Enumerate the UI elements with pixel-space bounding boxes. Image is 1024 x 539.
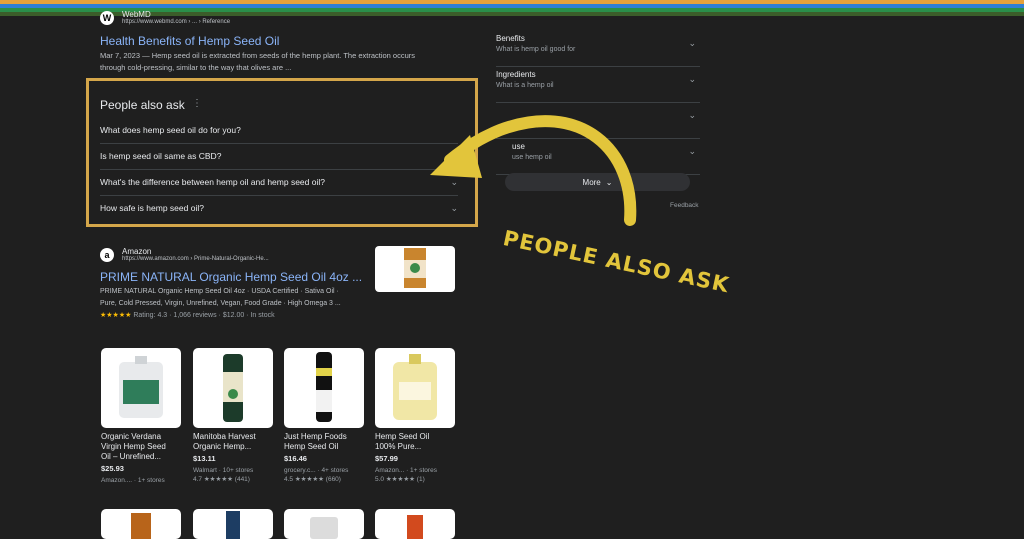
paa-question-text: What does hemp seed oil do for you? xyxy=(100,125,241,135)
paa-title: People also ask xyxy=(100,98,185,112)
paa-question-text: How safe is hemp seed oil? xyxy=(100,203,204,213)
paa-question[interactable]: What does hemp seed oil do for you? xyxy=(100,117,458,144)
product-card-partial[interactable] xyxy=(284,509,364,539)
product-name: Organic Verdana Virgin Hemp Seed Oil – U… xyxy=(101,432,166,461)
product-store: Amazon... · 1+ stores xyxy=(375,467,437,474)
product-thumbnail[interactable] xyxy=(375,246,455,292)
paa-question-text: What's the difference between hemp oil a… xyxy=(100,177,325,187)
more-options-icon[interactable]: ⋮ xyxy=(192,98,202,109)
product-card-partial[interactable] xyxy=(375,509,455,539)
product-store: Amazon.... · 1+ stores xyxy=(101,477,165,484)
result1-site-name: WebMD xyxy=(122,10,151,19)
chevron-down-icon: ⌄ xyxy=(688,38,696,48)
chevron-down-icon: ⌄ xyxy=(688,146,696,156)
result1-snippet-line2: through cold-pressing, similar to the wa… xyxy=(100,63,292,72)
product-rating: 4.5 ★★★★★ (660) xyxy=(284,476,341,483)
product-price: $57.99 xyxy=(375,454,398,463)
paa-question[interactable]: What's the difference between hemp oil a… xyxy=(100,169,458,196)
result2-url: https://www.amazon.com › Prime-Natural-O… xyxy=(122,256,269,262)
sidebar-item-title: Ingredients xyxy=(496,70,536,79)
product-name: Manitoba Harvest Organic Hemp... xyxy=(193,432,256,451)
product-card[interactable]: Manitoba Harvest Organic Hemp... $13.11 … xyxy=(193,348,273,483)
product-store: Walmart · 10+ stores xyxy=(193,467,254,474)
product-price: $25.93 xyxy=(101,464,124,473)
result2-rating-text: Rating: 4.3 · 1,066 reviews · $12.00 · I… xyxy=(133,312,275,319)
result2-rating: ★★★★★ Rating: 4.3 · 1,066 reviews · $12.… xyxy=(100,311,275,319)
amazon-favicon-icon: a xyxy=(100,247,114,262)
result1-snippet: Mar 7, 2023 — Hemp seed oil is extracted… xyxy=(100,50,470,74)
product-rating: 4.7 ★★★★★ (441) xyxy=(193,476,250,483)
overlay-label: PEOPLE ALSO ASK xyxy=(501,226,732,298)
result2-title[interactable]: PRIME NATURAL Organic Hemp Seed Oil 4oz … xyxy=(100,270,362,284)
result1-snippet-line1: Mar 7, 2023 — Hemp seed oil is extracted… xyxy=(100,51,416,60)
feedback-link[interactable]: Feedback xyxy=(670,202,699,209)
product-card-partial[interactable] xyxy=(193,509,273,539)
product-store: grocery.c... · 4+ stores xyxy=(284,467,349,474)
product-price: $13.11 xyxy=(193,454,216,463)
curved-arrow-icon xyxy=(430,115,637,226)
product-image xyxy=(375,348,455,428)
paa-question-text: Is hemp seed oil same as CBD? xyxy=(100,151,222,161)
product-image xyxy=(193,348,273,428)
sidebar-item-subtitle: What is hemp oil good for xyxy=(496,46,576,53)
result1-url: https://www.webmd.com › ... › Reference xyxy=(122,19,231,25)
product-card-partial[interactable] xyxy=(101,509,181,539)
result1-source[interactable]: W WebMD https://www.webmd.com › ... › Re… xyxy=(100,10,230,25)
result2-snippet: PRIME NATURAL Organic Hemp Seed Oil 4oz … xyxy=(100,286,370,310)
paa-question[interactable]: Is hemp seed oil same as CBD? xyxy=(100,143,458,170)
product-name: Hemp Seed Oil 100% Pure... xyxy=(375,432,430,451)
paa-question[interactable]: How safe is hemp seed oil? ⌄ xyxy=(100,195,458,221)
product-card[interactable]: Hemp Seed Oil 100% Pure... $57.99 Amazon… xyxy=(375,348,455,483)
result2-snippet-line2: Pure, Cold Pressed, Virgin, Unrefined, V… xyxy=(100,300,341,307)
product-card[interactable]: Organic Verdana Virgin Hemp Seed Oil – U… xyxy=(101,348,181,484)
product-price: $16.46 xyxy=(284,454,307,463)
result2-site-name: Amazon xyxy=(122,247,152,256)
product-rating: 5.0 ★★★★★ (1) xyxy=(375,476,425,483)
webmd-favicon-icon: W xyxy=(100,10,114,25)
result2-source[interactable]: a Amazon https://www.amazon.com › Prime-… xyxy=(100,247,269,262)
chevron-down-icon: ⌄ xyxy=(688,74,696,84)
result1-title[interactable]: Health Benefits of Hemp Seed Oil xyxy=(100,34,279,48)
product-name: Just Hemp Foods Hemp Seed Oil xyxy=(284,432,347,451)
result2-snippet-line1: PRIME NATURAL Organic Hemp Seed Oil 4oz … xyxy=(100,288,339,295)
chevron-down-icon: ⌄ xyxy=(688,110,696,120)
sidebar-item-benefits[interactable]: Benefits What is hemp oil good for ⌄ xyxy=(496,30,700,67)
product-image xyxy=(284,348,364,428)
product-card[interactable]: Just Hemp Foods Hemp Seed Oil $16.46 gro… xyxy=(284,348,364,483)
star-rating-icon: ★★★★★ xyxy=(100,312,132,319)
sidebar-item-title: Benefits xyxy=(496,34,525,43)
product-image xyxy=(101,348,181,428)
